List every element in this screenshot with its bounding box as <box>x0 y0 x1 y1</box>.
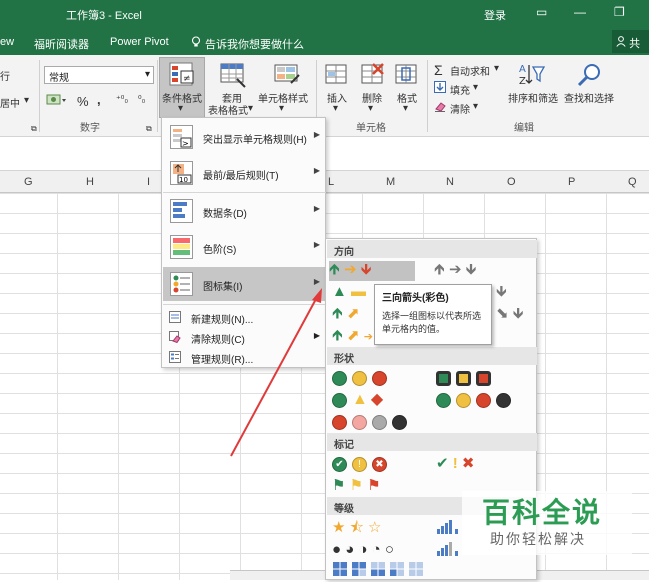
watermark-name: 百科全说 <box>482 497 603 528</box>
watermark: 百科全说 助你轻松解决 <box>462 491 632 555</box>
watermark-subtitle: 助你轻松解决 <box>490 531 586 547</box>
